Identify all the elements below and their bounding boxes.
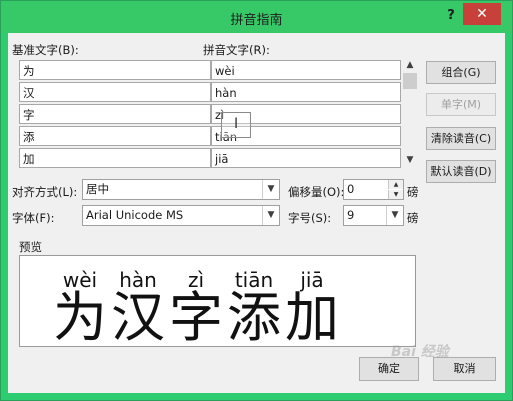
size-label: 字号(S): — [288, 211, 332, 225]
preview-hanzi: 添 — [227, 286, 281, 349]
ruby-text-cell[interactable]: hàn — [211, 82, 401, 102]
size-value: 9 — [347, 208, 355, 222]
ruby-text-label: 拼音文字(R): — [203, 43, 270, 57]
ruby-text-cell[interactable]: jiā — [211, 148, 401, 168]
base-text-label: 基准文字(B): — [12, 43, 79, 57]
alignment-select[interactable]: 居中 ▼ — [82, 179, 280, 200]
alignment-label: 对齐方式(L): — [12, 185, 78, 199]
font-select[interactable]: Arial Unicode MS ▼ — [82, 205, 280, 226]
preview-hanzi: 为 — [53, 286, 107, 349]
text-cursor-indicator: I — [221, 112, 251, 138]
font-label: 字体(F): — [12, 211, 55, 225]
alignment-value: 居中 — [86, 182, 109, 196]
base-text-cell[interactable]: 添 — [19, 126, 211, 146]
clear-phonetic-button[interactable]: 清除读音(C) — [426, 127, 496, 150]
grid-scrollbar[interactable]: ▲ ▼ — [401, 59, 419, 169]
window-title: 拼音指南 — [230, 13, 283, 28]
chevron-down-icon[interactable]: ▼ — [262, 180, 279, 199]
close-button[interactable]: ✕ — [463, 3, 501, 25]
base-text-cell[interactable]: 加 — [19, 148, 211, 168]
offset-unit: 磅 — [407, 185, 419, 199]
group-button[interactable]: 组合(G) — [426, 61, 496, 84]
dialog-body: 基准文字(B): 拼音文字(R): 为 wèi 汉 hàn 字 zì 添 tiān 加 jiā I… — [8, 33, 505, 393]
scroll-down-icon[interactable]: ▼ — [401, 155, 419, 165]
ibeam-cursor-icon: I — [234, 116, 239, 132]
preview-hanzi: 字 — [169, 286, 223, 349]
dialog-window: 拼音指南 ? ✕ 基准文字(B): 拼音文字(R): 为 wèi 汉 hàn 字 zì 添 t… — [0, 0, 513, 401]
font-value: Arial Unicode MS — [86, 208, 184, 222]
offset-label: 偏移量(O): — [288, 185, 345, 199]
ruby-text-cell[interactable]: wèi — [211, 60, 401, 80]
help-button[interactable]: ? — [441, 6, 461, 26]
base-text-cell[interactable]: 字 — [19, 104, 211, 124]
base-text-cell[interactable]: 汉 — [19, 82, 211, 102]
scroll-thumb[interactable] — [403, 73, 417, 89]
preview-label: 预览 — [19, 240, 42, 254]
spin-down-icon[interactable]: ▼ — [388, 190, 403, 199]
chevron-down-icon[interactable]: ▼ — [386, 206, 403, 225]
preview-hanzi: 汉 — [111, 286, 165, 349]
offset-value: 0 — [347, 182, 355, 196]
size-select[interactable]: 9 ▼ — [343, 205, 404, 226]
chevron-down-icon[interactable]: ▼ — [262, 206, 279, 225]
size-unit: 磅 — [407, 211, 419, 225]
preview-hanzi: 加 — [285, 286, 339, 349]
spin-up-icon[interactable]: ▲ — [388, 180, 403, 189]
mono-button[interactable]: 单字(M) — [426, 93, 496, 116]
watermark: Bai 经验 — [391, 344, 449, 360]
scroll-up-icon[interactable]: ▲ — [401, 60, 419, 70]
offset-spinner[interactable]: 0 ▲ ▼ — [343, 179, 404, 200]
preview-panel: wèi hàn zì tiān jiā 为汉字添加 — [19, 255, 416, 349]
default-phonetic-button[interactable]: 默认读音(D) — [426, 160, 496, 183]
base-text-cell[interactable]: 为 — [19, 60, 211, 80]
title-bar[interactable]: 拼音指南 ? ✕ — [1, 1, 512, 33]
